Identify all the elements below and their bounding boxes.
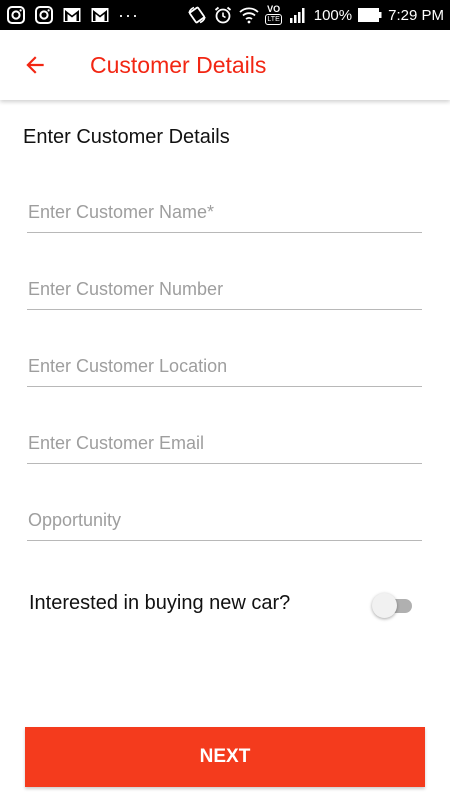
status-bar: ··· VO LTE 100% 7:29 PM	[0, 0, 450, 30]
customer-location-field[interactable]	[27, 347, 422, 387]
back-button[interactable]	[0, 30, 70, 100]
gmail-icon	[62, 5, 82, 25]
instagram-icon	[6, 5, 26, 25]
rotate-icon	[187, 5, 207, 25]
app-bar: Customer Details	[0, 30, 450, 100]
arrow-back-icon	[22, 52, 48, 78]
page-title: Customer Details	[90, 51, 267, 78]
form-heading: Enter Customer Details	[23, 126, 230, 148]
next-button[interactable]: NEXT	[25, 727, 425, 787]
customer-name-field[interactable]	[27, 193, 422, 233]
instagram-icon	[34, 5, 54, 25]
more-notifications-icon: ···	[118, 5, 139, 25]
wifi-icon	[239, 5, 260, 25]
alarm-icon	[213, 5, 233, 25]
new-car-interest-label: Interested in buying new car?	[29, 592, 291, 614]
customer-email-field[interactable]	[27, 424, 422, 464]
volte-icon: VO LTE	[265, 4, 282, 25]
clock: 7:29 PM	[388, 6, 444, 24]
opportunity-field[interactable]	[27, 501, 422, 541]
signal-icon	[288, 5, 308, 25]
system-status: VO LTE 100% 7:29 PM	[187, 5, 444, 25]
new-car-interest-toggle[interactable]	[372, 593, 414, 619]
gmail-icon	[90, 5, 110, 25]
battery-percent: 100%	[313, 6, 353, 24]
battery-icon	[358, 8, 382, 22]
toggle-thumb	[372, 593, 397, 618]
notification-icons: ···	[6, 5, 139, 25]
customer-number-field[interactable]	[27, 270, 422, 310]
